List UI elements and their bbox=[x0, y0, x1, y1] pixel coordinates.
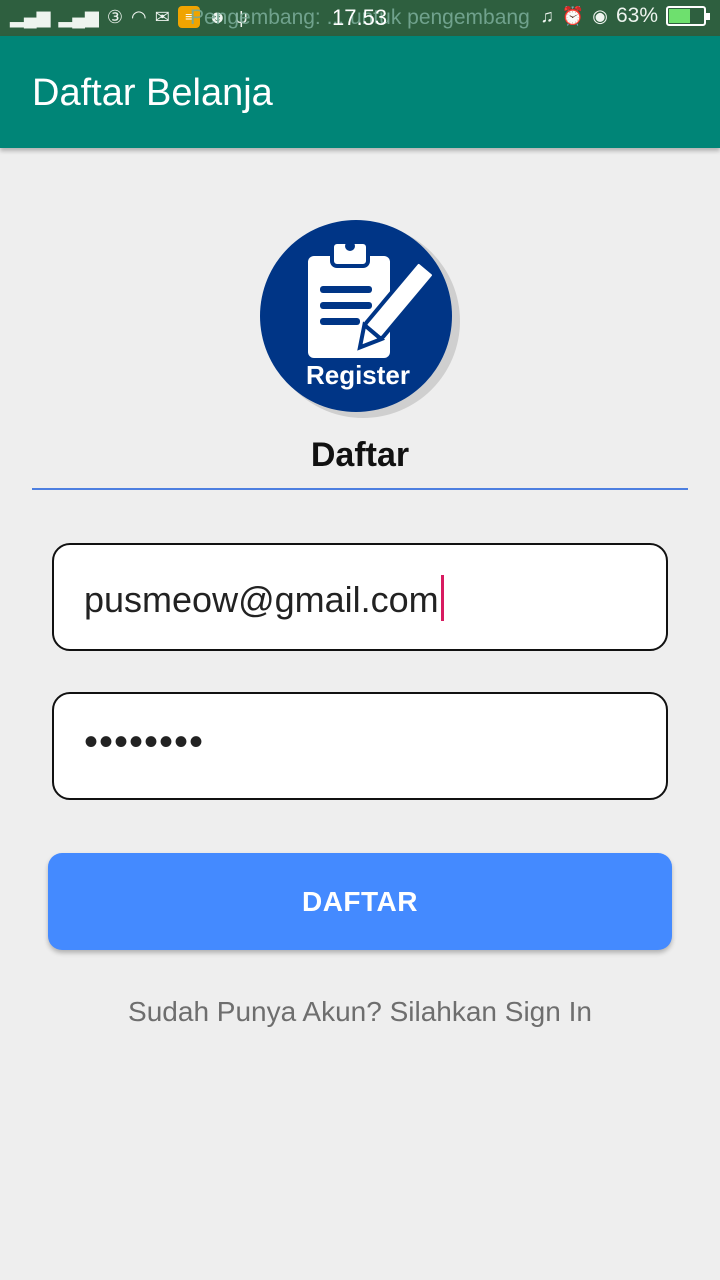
signal-icon-2: ▂▄▆ bbox=[58, 7, 99, 27]
logo-label: Register bbox=[305, 360, 411, 390]
status-time: 17.53 bbox=[332, 5, 388, 30]
logo-circle: Register bbox=[260, 220, 452, 412]
eye-icon: ◉ bbox=[592, 6, 608, 26]
battery-icon bbox=[666, 6, 710, 26]
page-title: Daftar bbox=[310, 436, 410, 474]
status-bar: ▂▄▆ ▂▄▆ ③ ◠ ✉ ≡ ☻ ψ Pengembang: ... untu… bbox=[0, 0, 720, 36]
text-cursor bbox=[440, 575, 444, 622]
battery-percent: 63% bbox=[615, 4, 658, 27]
email-field[interactable]: pusmeow@gmail.com bbox=[52, 543, 668, 651]
mail-icon: ✉ bbox=[154, 7, 170, 27]
heading-divider bbox=[32, 488, 688, 490]
wifi-icon: ◠ bbox=[131, 7, 147, 27]
status-right-icons: ♫ ⏰ ◉ 63% bbox=[540, 4, 710, 27]
carrier-icon: ③ bbox=[106, 7, 124, 27]
signal-icon: ▂▄▆ bbox=[10, 7, 51, 27]
register-button[interactable]: DAFTAR bbox=[48, 853, 672, 950]
email-input-value[interactable]: pusmeow@gmail.com bbox=[84, 575, 444, 625]
alarm-icon: ⏰ bbox=[561, 6, 585, 26]
bell-off-icon: ♫ bbox=[540, 6, 554, 26]
notification-ticker: Pengembang: ... untuk pengembang bbox=[190, 6, 530, 29]
app-title: Daftar Belanja bbox=[32, 72, 273, 114]
signin-link[interactable]: Sudah Punya Akun? Silahkan Sign In bbox=[0, 996, 720, 1028]
password-field[interactable]: •••••••• bbox=[52, 692, 668, 800]
register-logo: Register bbox=[260, 220, 460, 418]
password-input-value[interactable]: •••••••• bbox=[84, 720, 204, 765]
app-bar: Daftar Belanja bbox=[0, 36, 720, 148]
